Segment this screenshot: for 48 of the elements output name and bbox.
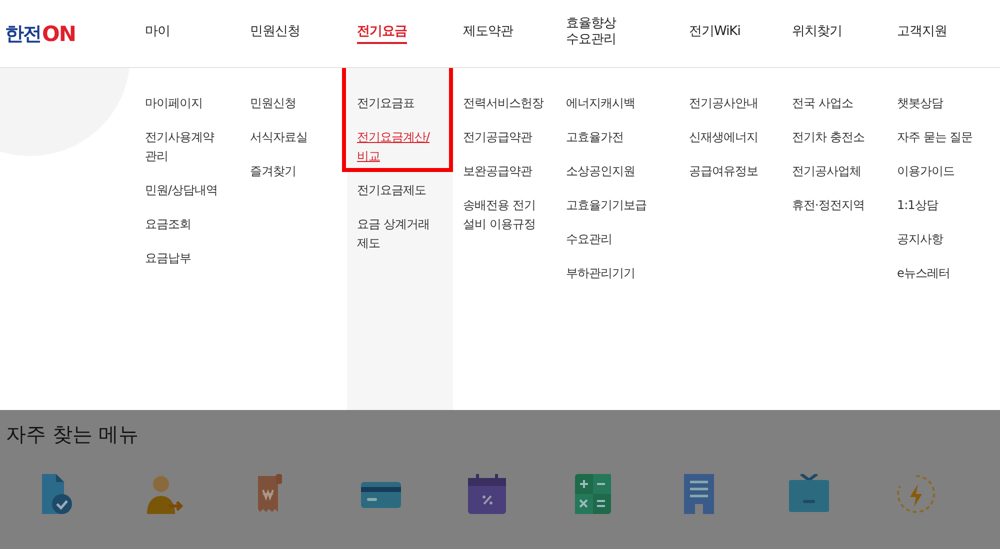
- submenu-link[interactable]: e뉴스레터: [897, 264, 979, 283]
- nav-tab[interactable]: 고객지원: [897, 24, 947, 44]
- submenu-link[interactable]: 공지사항: [897, 230, 979, 249]
- submenu-link[interactable]: 보완공급약관: [463, 162, 545, 181]
- submenu-link[interactable]: 민원/상담내역: [145, 181, 227, 200]
- submenu-link[interactable]: 요금납부: [145, 249, 227, 268]
- submenu-link[interactable]: 챗봇상담: [897, 94, 979, 113]
- submenu-link[interactable]: 전기사용계약 관리: [145, 128, 227, 166]
- submenu-link[interactable]: 1:1상담: [897, 196, 979, 215]
- submenu-link[interactable]: 송배전용 전기 설비 이용규정: [463, 196, 545, 234]
- nav-tab[interactable]: 위치찾기: [792, 24, 842, 44]
- nav-tab[interactable]: 제도약관: [463, 24, 513, 44]
- energy-cycle-icon[interactable]: [896, 474, 936, 514]
- submenu-link[interactable]: 수요관리: [566, 230, 648, 249]
- submenu-link[interactable]: 요금조회: [145, 215, 227, 234]
- submenu-link[interactable]: 전기공사안내: [689, 94, 771, 113]
- submenu-link[interactable]: 에너지캐시백: [566, 94, 648, 113]
- submenu-link[interactable]: 고효율기기보급: [566, 196, 648, 215]
- section-title: 자주 찾는 메뉴: [5, 421, 140, 448]
- nav-tab[interactable]: 민원신청: [250, 24, 300, 44]
- nav-tab[interactable]: 마이: [145, 24, 170, 44]
- logo[interactable]: 한전ON: [0, 20, 135, 46]
- submenu-link[interactable]: 마이페이지: [145, 94, 227, 113]
- submenu-link[interactable]: 휴전·정전지역: [792, 196, 874, 215]
- submenu-link[interactable]: 자주 묻는 질문: [897, 128, 979, 147]
- submenu-link[interactable]: 신재생에너지: [689, 128, 771, 147]
- submenu-link[interactable]: 전기공급약관: [463, 128, 545, 147]
- nav-tab[interactable]: 효율향상 수요관리: [566, 16, 616, 52]
- calendar-icon[interactable]: [468, 474, 508, 514]
- submenu-link[interactable]: 공급여유정보: [689, 162, 771, 181]
- submenu-link[interactable]: 전력서비스헌장: [463, 94, 545, 113]
- nav-tab[interactable]: 전기WiKi: [689, 24, 740, 44]
- nav-tab[interactable]: 전기요금: [357, 24, 407, 44]
- submenu-link[interactable]: 전국 사업소: [792, 94, 874, 113]
- submenu-link[interactable]: 민원신청: [250, 94, 332, 113]
- submenu-link[interactable]: 전기공사업체: [792, 162, 874, 181]
- submenu-link[interactable]: 전기요금표: [357, 94, 439, 113]
- submenu-link[interactable]: 전기요금계산/ 비교: [357, 128, 439, 166]
- tv-icon[interactable]: [789, 474, 829, 514]
- submenu-link[interactable]: 즐겨찾기: [250, 162, 332, 181]
- submenu-link[interactable]: 전기차 충전소: [792, 128, 874, 147]
- submenu-link[interactable]: 서식자료실: [250, 128, 332, 147]
- submenu-link[interactable]: 부하관리기기: [566, 264, 648, 283]
- submenu-link[interactable]: 고효율가전: [566, 128, 648, 147]
- submenu-link[interactable]: 요금 상계거래 제도: [357, 215, 439, 253]
- submenu-link[interactable]: 이용가이드: [897, 162, 979, 181]
- submenu-link[interactable]: 전기요금제도: [357, 181, 439, 200]
- submenu-link[interactable]: 소상공인지원: [566, 162, 648, 181]
